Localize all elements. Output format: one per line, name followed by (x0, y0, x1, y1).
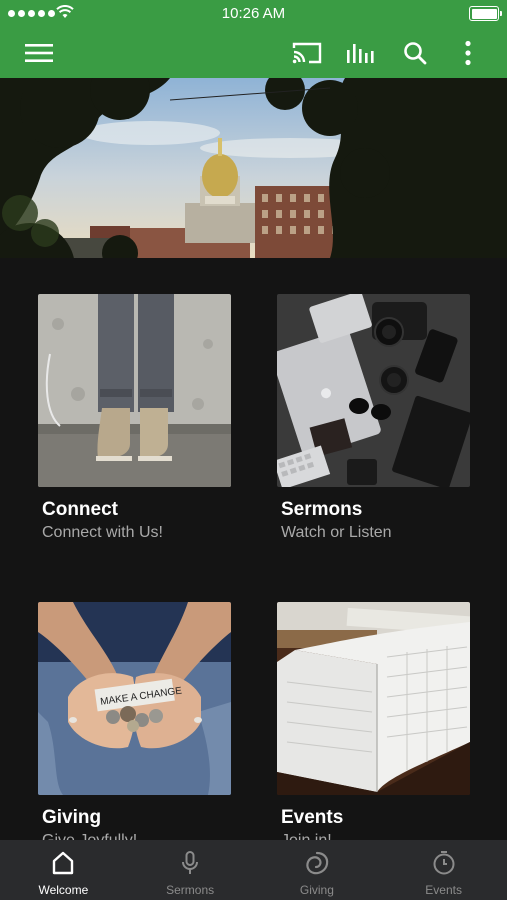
card-title: Giving (42, 807, 102, 828)
bottom-nav: Welcome Sermons Giving Events (0, 840, 507, 900)
card-title: Events (281, 807, 344, 828)
giving-icon (306, 851, 329, 875)
status-time: 10:26 AM (221, 5, 286, 22)
battery-icon (469, 6, 502, 21)
card-subtitle: Watch or Listen (281, 524, 392, 541)
cast-icon[interactable] (291, 38, 323, 68)
nav-label: Sermons (166, 883, 215, 897)
card-subtitle: Join in! (281, 832, 470, 840)
connect-image (38, 294, 231, 487)
more-vert-icon[interactable] (452, 38, 484, 68)
card-title: Connect (42, 499, 118, 520)
nav-label: Giving (299, 883, 334, 897)
toolbar (0, 30, 507, 76)
home-icon (53, 851, 74, 875)
nav-sermons[interactable]: Sermons (127, 840, 254, 900)
sermons-card[interactable]: Sermons Watch or Listen (277, 294, 470, 542)
feature-grid: Connect Connect with Us! Sermons Watch o… (0, 258, 507, 840)
search-icon[interactable] (399, 38, 431, 68)
audio-bars-icon[interactable] (345, 38, 377, 68)
connect-card[interactable]: Connect Connect with Us! (38, 294, 231, 542)
hero-image (0, 78, 507, 258)
menu-icon[interactable] (23, 38, 55, 68)
giving-image: MAKE A CHANGE (38, 602, 231, 795)
app-header: 10:26 AM (0, 0, 507, 78)
nav-label: Welcome (38, 883, 89, 897)
events-card[interactable]: Events Join in! (277, 602, 470, 840)
card-subtitle: Give Joyfully! (42, 832, 231, 840)
events-image (277, 602, 470, 795)
microphone-icon (182, 851, 199, 874)
card-title: Sermons (281, 499, 363, 520)
nav-giving[interactable]: Giving (254, 840, 381, 900)
nav-label: Events (425, 883, 462, 897)
status-bar: 10:26 AM (0, 0, 507, 28)
card-subtitle: Connect with Us! (42, 524, 163, 541)
nav-events[interactable]: Events (380, 840, 507, 900)
sermons-image (277, 294, 470, 487)
nav-welcome[interactable]: Welcome (0, 840, 127, 900)
clock-icon (433, 851, 455, 875)
giving-card[interactable]: MAKE A CHANGE Giving Give Joyfully! (38, 602, 231, 840)
